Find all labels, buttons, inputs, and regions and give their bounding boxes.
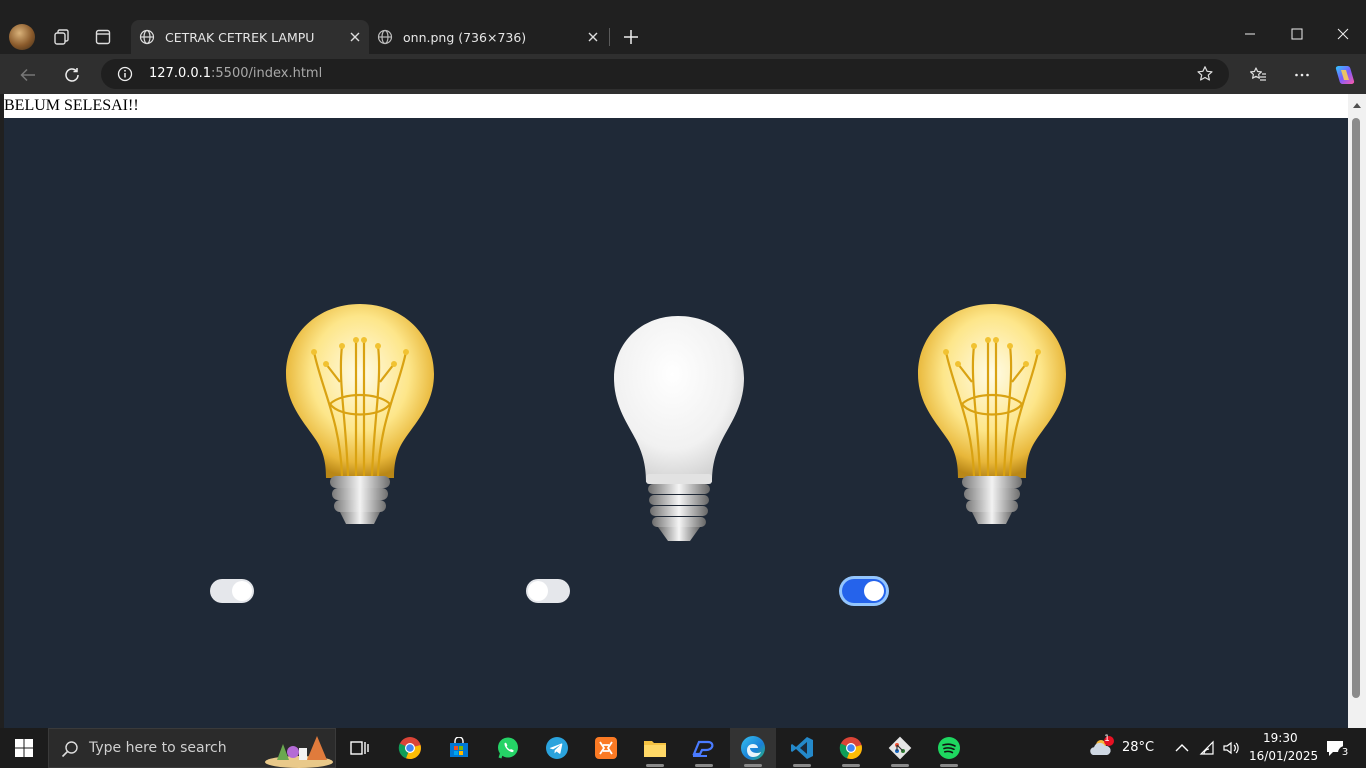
taskbar-vscode[interactable] [779, 728, 825, 768]
tab-title: CETRAK CETREK LAMPU [165, 29, 315, 45]
unfinished-notice: BELUM SELESAI!! [4, 94, 1348, 118]
favorites-button[interactable] [1243, 60, 1273, 90]
favorites-icon [1250, 67, 1266, 81]
workspaces-icon[interactable] [47, 22, 77, 52]
copilot-button[interactable] [1329, 60, 1359, 90]
taskbar-file-explorer[interactable] [632, 728, 678, 768]
taskbar-remote-app[interactable] [681, 728, 727, 768]
show-hidden-icons-button[interactable] [1170, 728, 1194, 768]
toggle-knob [232, 581, 252, 601]
plus-icon [624, 30, 638, 44]
taskbar-git[interactable] [877, 728, 923, 768]
scrollbar-thumb[interactable] [1352, 118, 1360, 698]
lamp-1-on-bulb [282, 300, 438, 534]
clock-date: 16/01/2025 [1249, 749, 1319, 763]
telegram-icon [546, 737, 568, 759]
page-scrollbar[interactable] [1348, 94, 1366, 728]
windows-logo-icon [15, 739, 33, 757]
whatsapp-icon [498, 737, 518, 759]
chrome-icon [398, 737, 421, 760]
taskbar-chrome[interactable] [387, 728, 433, 768]
back-arrow-icon [20, 68, 35, 82]
reload-button[interactable] [57, 60, 87, 90]
lamp-1-toggle[interactable] [210, 579, 254, 603]
taskbar-whatsapp[interactable] [485, 728, 531, 768]
search-highlight-illustration-icon [263, 730, 335, 768]
windows-taskbar: Type here to search 1 28°C 19:30 16/01/2… [0, 728, 1366, 768]
minimize-button[interactable] [1227, 22, 1273, 46]
lamp-2-off-bulb [612, 314, 746, 550]
tab-onn-png[interactable]: onn.png (736×736) [369, 20, 607, 54]
maximize-button[interactable] [1274, 22, 1320, 46]
maximize-icon [1291, 28, 1303, 40]
tab-cetrak-cetrek-lampu[interactable]: CETRAK CETREK LAMPU [131, 20, 369, 54]
network-button[interactable] [1196, 728, 1220, 768]
chevron-up-icon [1175, 744, 1189, 752]
speaker-icon [1223, 741, 1239, 755]
close-tab-icon[interactable] [347, 29, 363, 45]
taskbar-edge[interactable] [730, 728, 776, 768]
search-icon [61, 740, 79, 758]
xampp-icon [595, 737, 617, 759]
site-info-icon[interactable] [117, 66, 133, 82]
lamp-3-toggle[interactable] [842, 579, 886, 603]
weather-temperature: 28°C [1122, 740, 1155, 755]
notification-count: 3 [1338, 746, 1352, 760]
page-viewport: BELUM SELESAI!! [4, 94, 1348, 728]
browser-toolbar: 127.0.0.1:5500/index.html [0, 54, 1366, 94]
start-button[interactable] [0, 728, 48, 768]
weather-widget[interactable]: 1 [1086, 728, 1118, 768]
edge-icon [741, 736, 765, 760]
search-placeholder: Type here to search [89, 740, 227, 756]
taskbar-search[interactable]: Type here to search [48, 728, 336, 768]
back-button[interactable] [13, 60, 43, 90]
favorite-star-icon[interactable] [1196, 65, 1214, 83]
vscode-icon [791, 737, 813, 759]
close-window-button[interactable] [1320, 22, 1366, 46]
store-icon [450, 737, 468, 757]
clock-time: 19:30 [1263, 731, 1298, 745]
profile-avatar[interactable] [9, 24, 35, 50]
settings-more-button[interactable] [1287, 60, 1317, 90]
lamp-3-on-bulb [914, 300, 1070, 534]
taskbar-xampp[interactable] [583, 728, 629, 768]
weather-badge: 1 [1104, 734, 1110, 744]
taskbar-spotify[interactable] [926, 728, 972, 768]
taskbar-store[interactable] [436, 728, 482, 768]
volume-button[interactable] [1219, 728, 1243, 768]
task-view-icon [350, 741, 369, 755]
minimize-icon [1245, 33, 1255, 35]
tab-separator [609, 28, 610, 46]
new-tab-button[interactable] [616, 22, 646, 52]
globe-icon [139, 29, 155, 45]
copilot-icon [1335, 66, 1355, 84]
notification-center-button[interactable]: 3 [1318, 728, 1352, 768]
lamp-2-toggle[interactable] [526, 579, 570, 603]
taskbar-telegram[interactable] [534, 728, 580, 768]
vertical-tabs-icon[interactable] [88, 22, 118, 52]
globe-icon [377, 29, 393, 45]
url-text: 127.0.0.1:5500/index.html [149, 66, 323, 81]
close-tab-icon[interactable] [585, 29, 601, 45]
toggle-knob [528, 581, 548, 601]
scroll-up-icon [1353, 103, 1361, 108]
close-icon [1337, 28, 1349, 40]
wifi-icon [1199, 740, 1214, 755]
browser-titlebar: CETRAK CETREK LAMPU onn.png (736×736) [0, 0, 1366, 54]
address-bar[interactable]: 127.0.0.1:5500/index.html [101, 59, 1229, 89]
taskbar-chrome-2[interactable] [828, 728, 874, 768]
git-icon [888, 736, 912, 760]
remote-app-icon [692, 740, 714, 757]
tab-title: onn.png (736×736) [403, 29, 527, 45]
spotify-icon [938, 737, 960, 759]
toggle-knob [864, 581, 884, 601]
more-icon [1295, 73, 1309, 77]
task-view-button[interactable] [337, 728, 383, 768]
reload-icon [65, 68, 79, 82]
file-explorer-icon [644, 741, 666, 757]
chrome-icon [839, 737, 862, 760]
